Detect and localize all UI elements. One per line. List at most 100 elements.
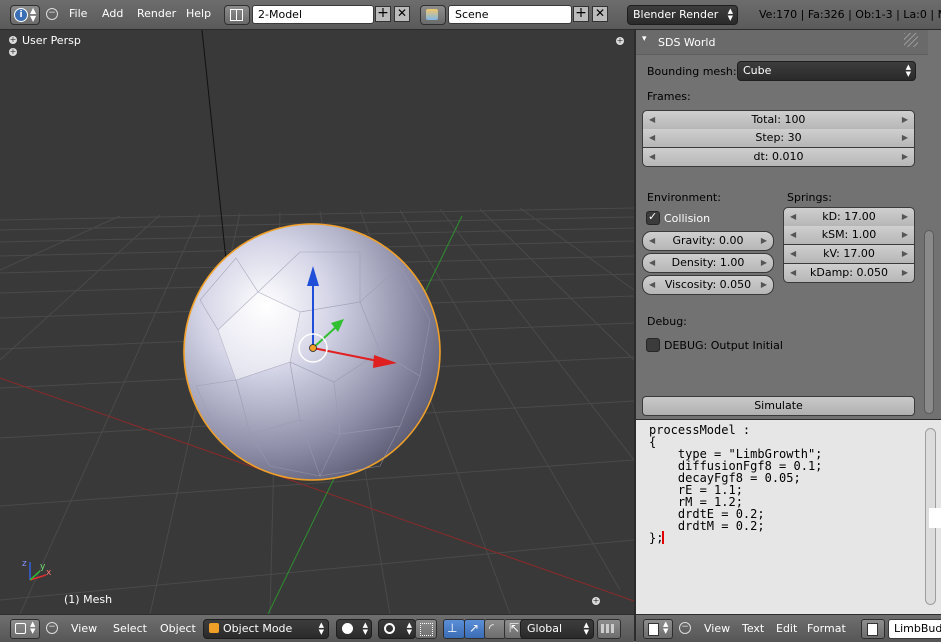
menu-edit[interactable]: Edit (776, 622, 797, 635)
frames-dt-value: dt: 0.010 (753, 150, 804, 163)
collapse-menu-icon[interactable]: − (46, 8, 58, 20)
shading-dropdown[interactable]: ▲ ▼ (336, 619, 372, 639)
bounding-mesh-dropdown[interactable]: Cube ▲ ▼ (737, 61, 916, 81)
render-engine-label: Blender Render (633, 8, 719, 21)
3d-viewport[interactable]: z x y + + + + User Persp (1) Mesh (0, 30, 634, 614)
editor-type-button[interactable]: ▲ ▼ (10, 619, 40, 639)
code-line-9: drdtM = 0.2; (649, 519, 765, 533)
collision-checkbox[interactable]: ✓ Collision (646, 210, 766, 226)
layout-grid-icon (230, 9, 243, 21)
scene-field[interactable]: Scene (448, 5, 572, 24)
manipulator-axes-icon: ⊥ (447, 621, 458, 635)
add-scene-icon[interactable]: + (573, 6, 589, 22)
object-mode-icon (209, 623, 219, 633)
collapse-menu-icon[interactable]: − (679, 622, 691, 634)
text-cursor (662, 531, 664, 544)
region-toggle-plus-icon-3[interactable]: + (616, 37, 624, 45)
scrollbar-thumb[interactable] (929, 508, 941, 528)
gravity-field[interactable]: ◀ Gravity: 0.00 ▶ (642, 231, 774, 251)
translate-manipulator-button[interactable]: ↗ (464, 619, 486, 639)
info-editor-type-button[interactable]: i ▲ ▼ (10, 5, 40, 25)
menu-format[interactable]: Format (807, 622, 846, 635)
menu-object[interactable]: Object (160, 622, 196, 635)
view-name: User Persp (22, 34, 81, 47)
chevron-updown-icon: ▲ ▼ (30, 6, 37, 23)
frames-label: Frames: (647, 90, 691, 103)
spring-kv-value: kV: 17.00 (823, 247, 875, 260)
orientation-dropdown[interactable]: Global ▲ ▼ (520, 619, 594, 639)
scene-icon (426, 9, 438, 20)
axis-label-y: y (40, 562, 46, 572)
mode-dropdown[interactable]: Object Mode ▲ ▼ (203, 619, 329, 639)
screen-layout-button[interactable] (224, 5, 250, 25)
cube-icon (15, 623, 26, 634)
delete-scene-icon[interactable]: ✕ (592, 6, 608, 22)
viscosity-field[interactable]: ◀ Viscosity: 0.050 ▶ (642, 275, 774, 295)
text-name-field[interactable]: LimbBud (888, 619, 941, 639)
render-engine-dropdown[interactable]: Blender Render ▲ ▼ (627, 5, 738, 25)
viewport-scene (0, 30, 634, 614)
axis-label-x: x (46, 568, 52, 578)
frames-step-field[interactable]: ◀ Step: 30 ▶ (642, 129, 915, 148)
spring-kd-field[interactable]: ◀ kD: 17.00 ▶ (783, 207, 915, 227)
panel-expand-icon: ▾ (642, 34, 647, 44)
text-name: LimbBud (894, 622, 941, 635)
frames-total-value: Total: 100 (751, 113, 806, 126)
frames-total-field[interactable]: ◀ Total: 100 ▶ (642, 110, 915, 130)
chevron-updown-icon: ▲ ▼ (905, 63, 911, 78)
density-field[interactable]: ◀ Density: 1.00 ▶ (642, 253, 774, 273)
menu-text[interactable]: Text (742, 622, 764, 635)
spring-kd-value: kD: 17.00 (822, 210, 876, 223)
active-object-label: (1) Mesh (64, 593, 113, 606)
delete-screen-icon[interactable]: ✕ (394, 6, 410, 22)
region-toggle-plus-icon[interactable]: + (9, 36, 17, 44)
collision-label: Collision (664, 212, 711, 225)
scene-stats: Ve:170 | Fa:326 | Ob:1-3 | La:0 | Me (759, 8, 941, 21)
layers-grid-icon (601, 624, 615, 633)
rotate-arc-icon: ◜ (489, 621, 494, 635)
manipulator-toggle[interactable]: ⊥ (443, 619, 465, 639)
icosphere-mesh[interactable] (183, 223, 441, 481)
menu-view[interactable]: View (71, 622, 97, 635)
frames-dt-field[interactable]: ◀ dt: 0.010 ▶ (642, 148, 915, 167)
spring-kv-field[interactable]: ◀ kV: 17.00 ▶ (783, 245, 915, 264)
menu-help[interactable]: Help (186, 7, 211, 20)
menu-view[interactable]: View (704, 622, 730, 635)
snap-toggle[interactable] (415, 619, 437, 639)
arrow-translate-icon: ↗ (469, 621, 480, 635)
rotate-manipulator-button[interactable]: ◜ (484, 619, 506, 639)
solid-shading-icon (342, 623, 353, 634)
menu-add[interactable]: Add (102, 7, 123, 20)
menu-file[interactable]: File (69, 7, 87, 20)
pivot-dropdown[interactable]: ▲ ▼ (378, 619, 416, 639)
menu-render[interactable]: Render (137, 7, 176, 20)
region-toggle-plus-icon-2[interactable]: + (9, 48, 17, 56)
text-editor-icon (648, 623, 659, 636)
text-editor-type-button[interactable]: ▲ ▼ (643, 619, 673, 639)
drag-handle-icon[interactable] (904, 33, 918, 47)
scale-icon: ⇱ (509, 621, 520, 635)
properties-scrollbar[interactable] (924, 230, 934, 414)
panel-header[interactable]: ▾ SDS World (636, 30, 928, 55)
simulate-button[interactable]: Simulate (642, 396, 915, 416)
spring-kdamp-field[interactable]: ◀ kDamp: 0.050 ▶ (783, 264, 915, 283)
menu-select[interactable]: Select (113, 622, 147, 635)
checkbox-checked-icon: ✓ (646, 210, 660, 225)
scene-name: Scene (455, 8, 489, 21)
top-header: i ▲ ▼ − File Add Render Help 2-Model + ✕ … (0, 0, 941, 30)
text-editor-header: ▲ ▼ − View Text Edit Format LimbBud (636, 614, 941, 642)
text-editor[interactable]: processModel : { type = "LimbGrowth"; di… (636, 419, 941, 615)
region-toggle-plus-icon-4[interactable]: + (592, 597, 600, 605)
bounding-mesh-value: Cube (743, 64, 772, 77)
layers-button[interactable] (597, 619, 621, 639)
scene-button[interactable] (420, 5, 446, 25)
text-browse-button[interactable] (861, 619, 885, 639)
checkbox-unchecked-icon (646, 338, 660, 352)
spring-ksm-field[interactable]: ◀ kSM: 1.00 ▶ (783, 226, 915, 245)
debug-output-checkbox[interactable]: DEBUG: Output Initial (646, 337, 806, 353)
collapse-menu-icon[interactable]: − (46, 622, 58, 634)
chevron-updown-icon: ▲ ▼ (663, 620, 669, 635)
screen-layout-field[interactable]: 2-Model (252, 5, 374, 24)
add-screen-icon[interactable]: + (375, 6, 391, 22)
chevron-updown-icon: ▲ ▼ (30, 620, 36, 635)
